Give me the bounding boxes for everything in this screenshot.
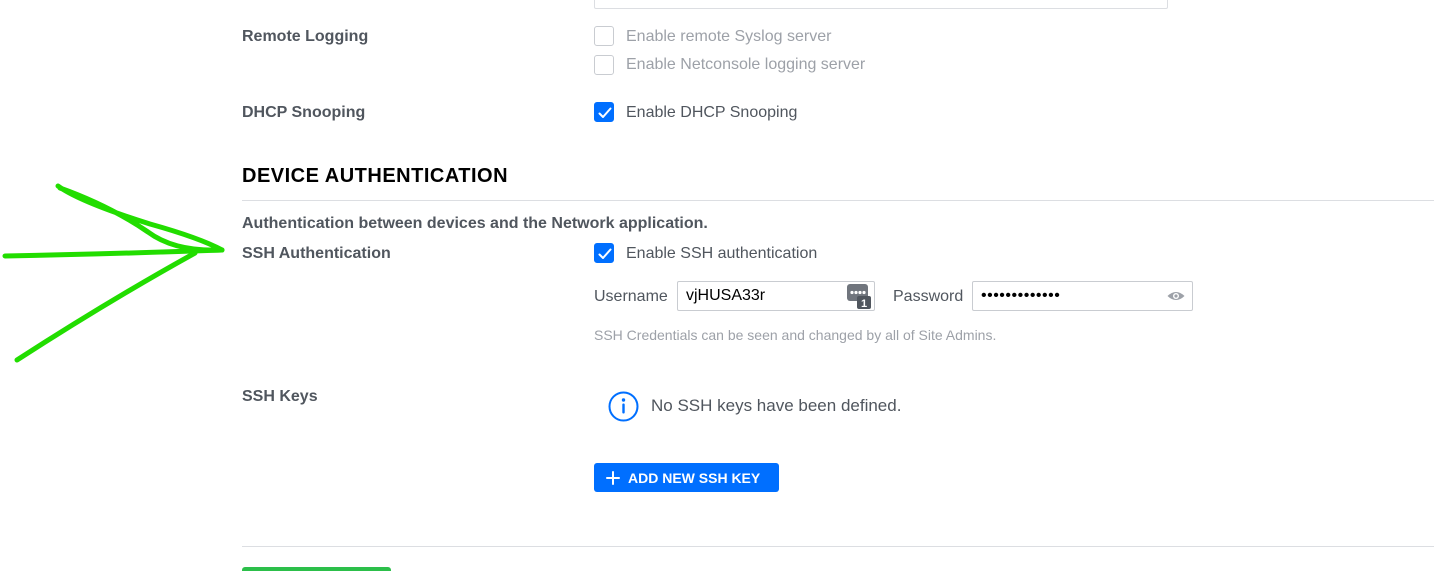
remote-logging-label: Remote Logging bbox=[242, 28, 369, 45]
section-title: DEVICE AUTHENTICATION bbox=[242, 165, 509, 187]
checkmark-icon bbox=[598, 248, 612, 259]
section-divider bbox=[242, 200, 1434, 201]
footer-divider bbox=[242, 546, 1434, 547]
ssh-authentication-label: SSH Authentication bbox=[242, 245, 391, 262]
apply-changes-button[interactable] bbox=[242, 567, 391, 571]
password-value: ••••••••••••• bbox=[981, 287, 1061, 304]
password-input[interactable]: ••••••••••••• bbox=[972, 281, 1193, 311]
ssh-authentication-option-label: Enable SSH authentication bbox=[626, 245, 818, 262]
arrow-annotation-icon bbox=[2, 183, 225, 363]
syslog-option-label: Enable remote Syslog server bbox=[626, 28, 832, 45]
dhcp-snooping-label: DHCP Snooping bbox=[242, 104, 366, 121]
ssh-keys-label: SSH Keys bbox=[242, 388, 318, 405]
svg-text:1: 1 bbox=[861, 298, 867, 310]
syslog-checkbox[interactable] bbox=[594, 26, 614, 46]
info-icon bbox=[608, 391, 639, 422]
username-value: vjHUSA33r bbox=[686, 287, 766, 304]
add-ssh-key-button[interactable]: ADD NEW SSH KEY bbox=[594, 463, 779, 492]
ssh-credentials-hint: SSH Credentials can be seen and changed … bbox=[594, 327, 997, 343]
netconsole-option-label: Enable Netconsole logging server bbox=[626, 56, 866, 73]
no-ssh-keys-message: No SSH keys have been defined. bbox=[651, 396, 902, 415]
username-label: Username bbox=[594, 288, 668, 305]
dhcp-snooping-option-label: Enable DHCP Snooping bbox=[626, 104, 798, 121]
section-description: Authentication between devices and the N… bbox=[242, 215, 708, 232]
partial-input-field[interactable] bbox=[594, 0, 1168, 9]
ssh-authentication-checkbox[interactable] bbox=[594, 243, 614, 263]
dhcp-snooping-checkbox[interactable] bbox=[594, 102, 614, 122]
eye-icon[interactable] bbox=[1166, 289, 1186, 303]
plus-icon bbox=[606, 470, 620, 485]
add-ssh-key-label: ADD NEW SSH KEY bbox=[628, 469, 761, 486]
checkmark-icon bbox=[598, 107, 612, 118]
password-label: Password bbox=[893, 288, 964, 305]
netconsole-checkbox[interactable] bbox=[594, 55, 614, 75]
password-manager-icon[interactable]: 1 bbox=[846, 284, 872, 310]
